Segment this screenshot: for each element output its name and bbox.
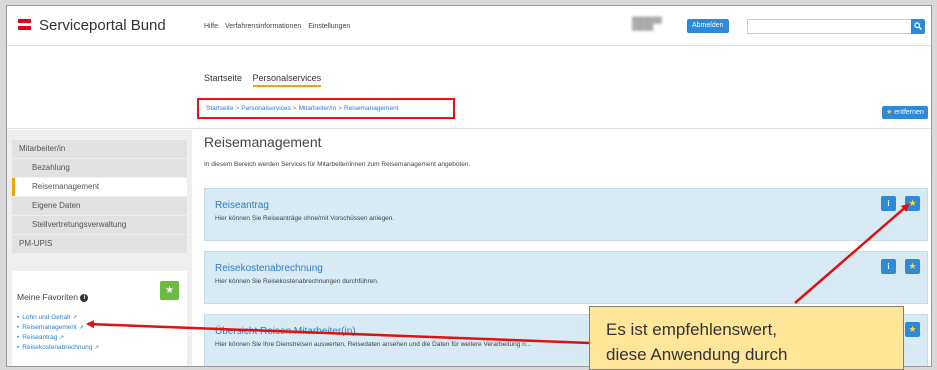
- service-card-travel-request[interactable]: Reiseantrag Hier können Sie Reiseanträge…: [204, 188, 928, 241]
- breadcrumb-separator: >: [292, 105, 297, 112]
- sidebar-item-own-data[interactable]: Eigene Daten: [12, 197, 187, 215]
- favorite-button[interactable]: ★: [905, 259, 920, 274]
- sidebar-item-pm-upis[interactable]: PM-UPIS: [12, 235, 187, 253]
- sidebar-item-employee[interactable]: Mitarbeiter/in: [12, 140, 187, 158]
- external-link-icon: ↗: [59, 335, 64, 341]
- sidebar-nav: Mitarbeiter/in Bezahlung Reisemanagement…: [12, 140, 187, 254]
- favorites-panel: Meine Favoriten i ★ Lohn und Gehalt↗ Rei…: [12, 271, 187, 366]
- star-icon: ★: [165, 285, 174, 296]
- sub-header: Startseite Personalservices Startseite > P…: [7, 47, 931, 129]
- user-name-blurred: ███████ █████: [632, 18, 662, 31]
- logout-button[interactable]: Abmelden: [687, 19, 729, 33]
- breadcrumb-travel-management[interactable]: Reisemanagement: [344, 105, 399, 112]
- external-link-icon: ↗: [72, 315, 77, 321]
- logo-icon: [18, 19, 31, 31]
- nav-link-settings[interactable]: Einstellungen: [308, 23, 350, 30]
- breadcrumb-separator: >: [338, 105, 342, 112]
- info-icon[interactable]: i: [80, 293, 89, 302]
- info-button[interactable]: i: [881, 259, 896, 274]
- remove-favorite-label: entfernen: [894, 109, 924, 116]
- sidebar: Mitarbeiter/in Bezahlung Reisemanagement…: [7, 130, 192, 366]
- favorite-link[interactable]: Lohn und Gehalt: [22, 314, 70, 321]
- favorites-list: Lohn und Gehalt↗ Reisemanagement↗ Reisea…: [17, 314, 99, 354]
- external-link-icon: ↗: [78, 325, 84, 331]
- breadcrumb-personal-services[interactable]: Personalservices: [241, 105, 291, 112]
- main-content: Reisemanagement In diesem Bereich werden…: [204, 134, 928, 366]
- favorite-link[interactable]: Reisekostenabrechnung: [22, 344, 92, 351]
- page-description: In diesem Bereich werden Services für Mi…: [204, 161, 471, 168]
- nav-link-help[interactable]: Hilfe: [204, 23, 218, 30]
- card-title[interactable]: Übersicht Reisen Mitarbeiter(in): [215, 326, 356, 337]
- add-favorite-button[interactable]: ★: [160, 281, 179, 300]
- breadcrumb-highlight: Startseite > Personalservices > Mitarbeiter/…: [197, 98, 455, 119]
- page-title: Reisemanagement: [204, 134, 322, 150]
- list-item[interactable]: Reiseantrag↗: [17, 334, 99, 344]
- breadcrumb: Startseite > Personalservices > Mitarbeiter/…: [206, 105, 399, 112]
- list-item[interactable]: Reisekostenabrechnung↗: [17, 344, 99, 354]
- tab-home[interactable]: Startseite: [204, 73, 242, 83]
- favorites-title: Meine Favoriten i: [17, 292, 89, 302]
- tab-personal-services[interactable]: Personalservices: [252, 73, 322, 87]
- favorite-button[interactable]: ★: [905, 196, 920, 211]
- star-icon: ★: [886, 109, 893, 116]
- breadcrumb-employee[interactable]: Mitarbeiter/in: [299, 105, 337, 112]
- search-button[interactable]: [911, 19, 925, 34]
- brand-title[interactable]: Serviceportal Bund: [39, 17, 166, 34]
- top-nav: Hilfe Verfahrensinformationen Einstellun…: [204, 23, 355, 30]
- info-icon: i: [887, 262, 890, 271]
- list-item[interactable]: Reisemanagement↗: [17, 324, 99, 334]
- annotation-callout: Es ist empfehlenswert, diese Anwendung d…: [589, 306, 904, 370]
- external-link-icon: ↗: [94, 345, 99, 351]
- star-icon: ★: [908, 198, 917, 208]
- info-icon: i: [887, 199, 890, 208]
- sub-tabs: Startseite Personalservices: [204, 73, 329, 87]
- favorite-link[interactable]: Reisemanagement: [22, 324, 77, 331]
- remove-favorite-button[interactable]: ★ entfernen: [882, 106, 928, 119]
- card-description: Hier können Sie Reiseanträge ohne/mit Vo…: [215, 215, 395, 222]
- service-card-travel-expenses[interactable]: Reisekostenabrechnung Hier können Sie Re…: [204, 251, 928, 304]
- favorites-title-label: Meine Favoriten: [17, 292, 78, 302]
- card-title[interactable]: Reiseantrag: [215, 200, 269, 211]
- star-icon: ★: [908, 261, 917, 271]
- sidebar-item-payment[interactable]: Bezahlung: [12, 159, 187, 177]
- search-icon: [914, 22, 922, 30]
- favorite-link[interactable]: Reiseantrag: [22, 334, 57, 341]
- card-title[interactable]: Reisekostenabrechnung: [215, 263, 323, 274]
- list-item[interactable]: Lohn und Gehalt↗: [17, 314, 99, 324]
- star-icon: ★: [908, 324, 917, 334]
- card-description: Hier können Sie Ihre Dienstreisen auswer…: [215, 341, 532, 348]
- breadcrumb-home[interactable]: Startseite: [206, 105, 233, 112]
- favorite-button[interactable]: ★: [905, 322, 920, 337]
- sidebar-item-travel-management[interactable]: Reisemanagement: [12, 178, 187, 196]
- search-input[interactable]: [747, 19, 911, 34]
- info-button[interactable]: i: [881, 196, 896, 211]
- nav-link-procedure-info[interactable]: Verfahrensinformationen: [225, 23, 301, 30]
- callout-line-1: Es ist empfehlenswert,: [606, 320, 778, 339]
- callout-line-2: diese Anwendung durch: [606, 345, 788, 364]
- card-description: Hier können Sie Reisekostenabrechnungen …: [215, 278, 379, 285]
- breadcrumb-separator: >: [235, 105, 240, 112]
- top-bar: Serviceportal Bund Hilfe Verfahrensinfor…: [7, 6, 931, 46]
- sidebar-item-deputy-management[interactable]: Stellvertretungsverwaltung: [12, 216, 187, 234]
